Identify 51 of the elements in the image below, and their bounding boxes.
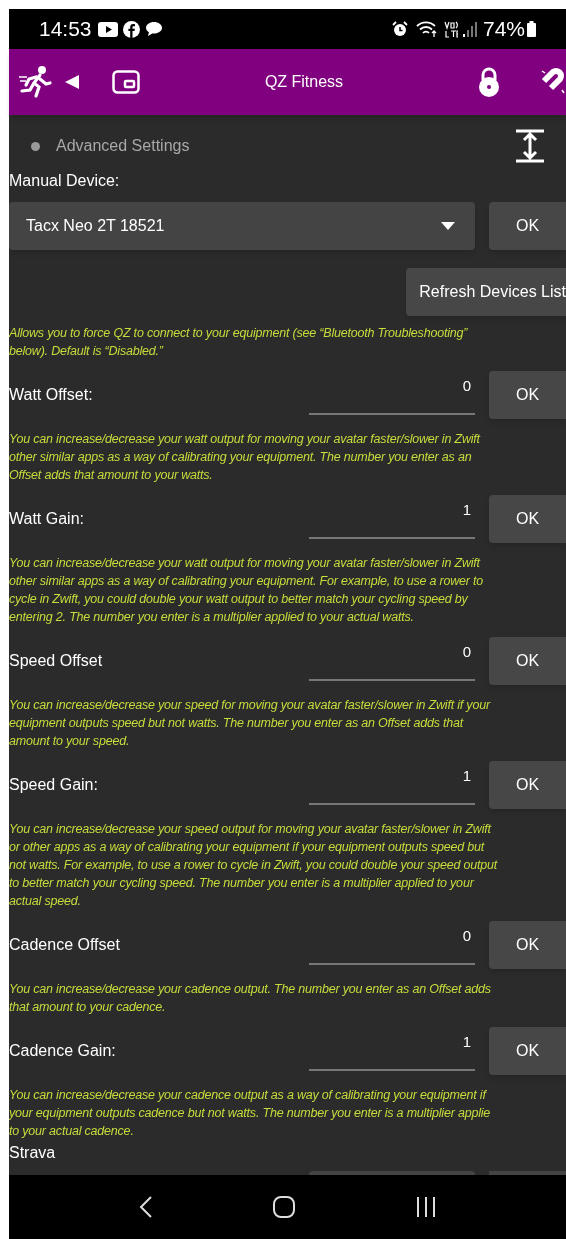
value-field[interactable]: 0 <box>309 925 475 965</box>
help-text: You can increase/decrease your cadence output as a way of calibrating your equipment if your equipment outputs cadence but not watts. The number you enter is a multiplier applie to your actual cadence. <box>9 1087 491 1140</box>
setting-label: Speed Offset <box>9 651 104 671</box>
ok-button[interactable]: OK <box>489 202 566 250</box>
setting-label: Manual Device: <box>9 171 121 191</box>
ok-button[interactable]: OK <box>489 371 566 419</box>
back-icon[interactable] <box>64 74 80 90</box>
value-field[interactable]: 0 <box>309 641 475 681</box>
setting-label: Speed Gain: <box>9 775 99 795</box>
recents-nav-icon[interactable] <box>414 1196 437 1218</box>
video-icon <box>97 21 118 37</box>
ok-button[interactable]: OK <box>489 637 566 685</box>
help-text: You can increase/decrease your speed for moving your avatar faster/slower in Zwift if your equipment outputs speed but not watts. The number you enter as an Offset adds that amount to your speed. <box>9 697 490 750</box>
section-header[interactable]: Advanced Settings <box>56 134 516 158</box>
help-text: Allows you to force QZ to connect to your equipment (see “Bluetooth Troubleshooting” below). Default is “Disabled.” <box>9 325 468 360</box>
alarm-icon <box>391 21 408 37</box>
ok-button[interactable]: OK <box>489 495 566 543</box>
expand-icon[interactable] <box>516 129 544 163</box>
value-field[interactable]: 0 <box>309 375 475 415</box>
signal-icon <box>462 21 477 37</box>
wifi-icon <box>415 21 438 37</box>
volte-icon <box>442 20 459 38</box>
help-text: You can increase/decrease your speed output for moving your avatar faster/slower in Zwift or other apps as a way of calibrating your equipment if your equipment outputs speed but not watts. For example, to use a rower to cycle in Zwift, you could double your speed output to better match your cycling speed. The number you enter is a multiplier applied to your actual speed. <box>9 821 498 910</box>
help-text: You can increase/decrease your watt output for moving your avatar faster/slower in Zwift other similar apps as a way of calibrating your equipment. The number you enter as an Offset adds that amount to your watts. <box>9 431 480 484</box>
help-text: You can increase/decrease your watt output for moving your avatar faster/slower in Zwift other similar apps as a way of calibrating your equipment. For example, to use a rower to cycle in Zwift, you could double your watt output to better match your cycling speed by entering 2. The number you enter is a multiplier applied to your actual watts. <box>9 555 484 626</box>
chat-icon <box>144 21 163 37</box>
battery-percent: 74% <box>482 16 525 43</box>
setting-label: Watt Gain: <box>9 509 85 529</box>
help-text: You can increase/decrease your cadence output. The number you enter as an Offset adds that amount to your cadence. <box>9 981 491 1016</box>
device-dropdown[interactable]: Tacx Neo 2T 18521 <box>9 202 475 250</box>
value-field[interactable]: 1 <box>309 765 475 805</box>
app-title: QZ Fitness <box>263 72 345 92</box>
setting-label: Cadence Offset <box>9 935 121 955</box>
value-field[interactable]: 1 <box>309 499 475 539</box>
ok-button[interactable]: OK <box>489 1027 566 1075</box>
ok-button[interactable]: OK <box>489 921 566 969</box>
value-field[interactable]: 1 <box>309 1031 475 1071</box>
setting-label: Watt Offset: <box>9 385 94 405</box>
back-nav-icon[interactable] <box>138 1195 153 1219</box>
caret-icon <box>441 222 455 230</box>
ok-button[interactable]: OK <box>489 761 566 809</box>
refresh-devices-button[interactable]: Refresh Devices List <box>406 268 566 316</box>
section-label: Strava <box>9 1143 57 1163</box>
home-nav-icon[interactable] <box>271 1195 296 1219</box>
picture-in-picture-icon[interactable] <box>112 70 140 94</box>
social-icon <box>122 20 140 38</box>
runner-icon[interactable] <box>18 65 52 99</box>
lock-icon[interactable] <box>478 67 500 97</box>
status-time: 14:53 <box>39 16 92 43</box>
setting-label: Cadence Gain: <box>9 1041 117 1061</box>
battery-icon <box>527 21 536 37</box>
